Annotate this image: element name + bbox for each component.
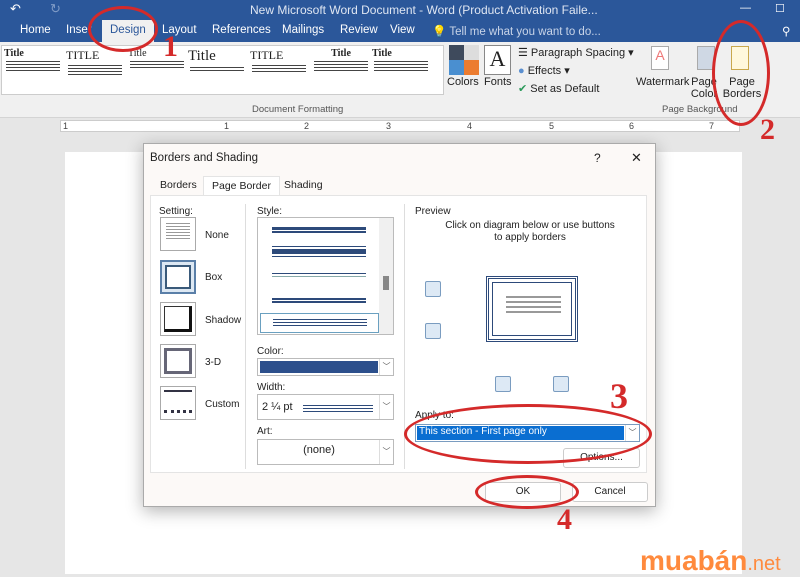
- check-icon: ✔: [518, 83, 528, 95]
- style-option-selected[interactable]: [260, 313, 379, 333]
- redo-icon[interactable]: ↻: [50, 1, 61, 17]
- colors-button[interactable]: Colors: [447, 76, 479, 88]
- style-list[interactable]: [257, 217, 394, 335]
- ruler-label: 1: [224, 121, 230, 131]
- tab-review[interactable]: Review: [340, 24, 378, 36]
- annotation-circle: [712, 20, 770, 126]
- tell-me-search[interactable]: 💡 Tell me what you want to do...: [432, 24, 601, 38]
- setting-shadow[interactable]: Shadow: [205, 315, 241, 326]
- preview-page: [486, 276, 578, 342]
- setting-label: Setting:: [159, 206, 193, 217]
- preview-hint: Click on diagram below or use buttons to…: [445, 220, 615, 243]
- style-scrollbar[interactable]: [379, 218, 393, 334]
- help-button[interactable]: ?: [594, 151, 601, 165]
- annotation-circle: [88, 6, 158, 52]
- tab-view[interactable]: View: [390, 24, 415, 36]
- setting-none[interactable]: None: [205, 230, 229, 241]
- tell-me-text: Tell me what you want to do...: [449, 26, 601, 38]
- art-value: (none): [303, 444, 335, 456]
- step-number: 2: [760, 113, 775, 146]
- colors-icon[interactable]: [449, 45, 479, 75]
- paragraph-spacing-label: Paragraph Spacing: [530, 47, 626, 59]
- width-dropdown[interactable]: 2 ¼ pt ﹀: [257, 394, 394, 420]
- color-dropdown[interactable]: ﹀: [257, 358, 394, 376]
- setting-none-icon[interactable]: [160, 217, 196, 251]
- style-thumb[interactable]: Title: [188, 48, 246, 92]
- style-thumb[interactable]: Title: [372, 48, 430, 92]
- right-border-button[interactable]: [553, 376, 569, 392]
- minimize-button[interactable]: —: [740, 2, 751, 14]
- tab-home[interactable]: Home: [20, 24, 51, 36]
- style-thumb[interactable]: TITLE: [66, 48, 124, 92]
- setting-3d[interactable]: 3-D: [205, 357, 221, 368]
- style-thumb[interactable]: TITLE: [250, 48, 308, 92]
- step-number: 4: [557, 503, 572, 536]
- chevron-down-icon: ﹀: [379, 440, 393, 464]
- divider: [245, 204, 246, 469]
- share-icon[interactable]: ⚲: [782, 24, 790, 38]
- paragraph-spacing-button[interactable]: ☰ Paragraph Spacing ▾: [518, 46, 634, 59]
- maximize-button[interactable]: ☐: [775, 2, 785, 15]
- width-label: Width:: [257, 382, 286, 393]
- setting-shadow-icon[interactable]: [160, 302, 196, 336]
- set-as-default-button[interactable]: ✔ Set as Default: [518, 82, 599, 95]
- cancel-button[interactable]: Cancel: [572, 482, 648, 502]
- art-label: Art:: [257, 426, 273, 437]
- step-number: 3: [610, 376, 628, 416]
- bottom-border-button[interactable]: [425, 323, 441, 339]
- effects-icon: ●: [518, 65, 525, 77]
- ruler[interactable]: 1 1 2 3 4 5 6 7: [60, 120, 740, 132]
- tab-references[interactable]: References: [212, 24, 271, 36]
- setting-3d-icon[interactable]: [160, 344, 196, 378]
- tab-shading[interactable]: Shading: [276, 176, 331, 195]
- ruler-label: 7: [709, 121, 715, 131]
- art-dropdown[interactable]: (none) ﹀: [257, 439, 394, 465]
- group-label: Document Formatting: [252, 104, 344, 115]
- ruler-label: 1: [63, 121, 69, 131]
- color-label: Color:: [257, 346, 284, 357]
- fonts-button[interactable]: Fonts: [484, 76, 512, 88]
- top-border-button[interactable]: [425, 281, 441, 297]
- setting-custom-icon[interactable]: [160, 386, 196, 420]
- close-button[interactable]: ✕: [631, 150, 642, 166]
- ruler-label: 5: [549, 121, 555, 131]
- ruler-label: 2: [304, 121, 310, 131]
- style-thumb[interactable]: Title: [312, 48, 370, 92]
- watermark-logo: muabán.net: [640, 545, 781, 576]
- ruler-label: 3: [386, 121, 392, 131]
- effects-button[interactable]: ● Effects ▾: [518, 64, 570, 77]
- fonts-icon[interactable]: A: [484, 45, 511, 75]
- tab-borders[interactable]: Borders: [152, 176, 205, 195]
- watermark-button[interactable]: Watermark: [636, 76, 689, 88]
- undo-icon[interactable]: ↶: [10, 1, 21, 17]
- step-number: 1: [163, 30, 178, 63]
- chevron-down-icon: ﹀: [379, 395, 393, 419]
- style-gallery[interactable]: Title TITLE Title Title TITLE Title Titl…: [1, 45, 444, 95]
- preview-label: Preview: [415, 206, 451, 217]
- style-thumb[interactable]: Title: [4, 48, 62, 92]
- effects-label: Effects: [527, 65, 562, 77]
- color-swatch: [260, 361, 378, 373]
- window-title: New Microsoft Word Document - Word (Prod…: [250, 3, 598, 17]
- setting-box-icon[interactable]: [160, 260, 196, 294]
- ruler-label: 4: [467, 121, 473, 131]
- setting-box[interactable]: Box: [205, 272, 222, 283]
- preview-diagram[interactable]: [466, 256, 599, 362]
- tab-mailings[interactable]: Mailings: [282, 24, 324, 36]
- ruler-label: 6: [629, 121, 635, 131]
- setting-custom[interactable]: Custom: [205, 399, 239, 410]
- dialog-title: Borders and Shading: [150, 152, 259, 164]
- tab-page-border[interactable]: Page Border: [203, 176, 280, 195]
- ribbon: Title TITLE Title Title TITLE Title Titl…: [0, 42, 800, 118]
- set-default-label: Set as Default: [530, 83, 600, 95]
- watermark-icon: A: [651, 46, 669, 70]
- left-border-button[interactable]: [495, 376, 511, 392]
- style-label: Style:: [257, 206, 283, 217]
- chevron-down-icon: ﹀: [379, 359, 393, 375]
- width-value: 2 ¼ pt: [262, 401, 293, 413]
